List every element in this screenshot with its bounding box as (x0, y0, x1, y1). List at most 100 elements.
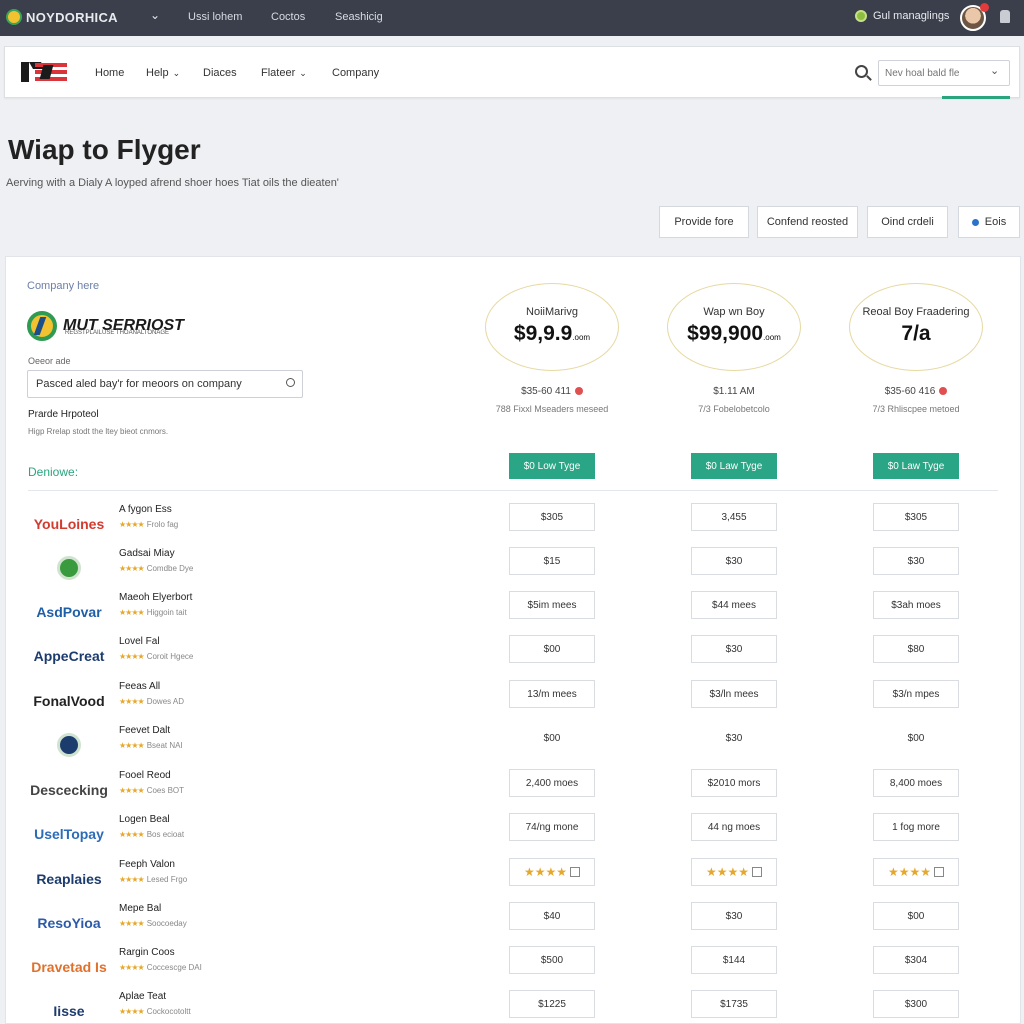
price-cell-value: $40 (543, 910, 561, 922)
price-cell[interactable]: $40 (509, 902, 595, 930)
price-cell[interactable]: $305 (873, 503, 959, 531)
page-title: Wiap to Flyger (8, 134, 201, 165)
status-icon (855, 10, 867, 22)
price-cell[interactable]: $3ah moes (873, 591, 959, 619)
plan-note: 7/3 Rhliscpee metoed (872, 404, 960, 414)
price-cell[interactable]: $30 (691, 902, 777, 930)
top-link-1[interactable]: Ussi lohem (188, 11, 242, 23)
info-icon (934, 867, 945, 877)
bell-icon[interactable] (1000, 10, 1010, 23)
price-cell[interactable]: $3/n mpes (873, 680, 959, 708)
price-cell[interactable]: 13/m mees (509, 680, 595, 708)
plan-meta-text: $35-60 416 (884, 386, 936, 397)
company-logo-tagline: REGSTPLAILUSE THOANALTONAGE (65, 330, 170, 336)
info-icon (570, 867, 581, 877)
price-cell[interactable]: $00 (873, 902, 959, 930)
price-cell[interactable]: $3/ln mees (691, 680, 777, 708)
plan-select-button[interactable]: $0 Low Tyge (509, 453, 595, 479)
provider-name: Lovel Fal (119, 636, 160, 647)
provider-rating: ★★★★ Coroit Hgece (119, 652, 193, 661)
price-cell[interactable]: $00 (509, 635, 595, 663)
price-cell-value: $305 (904, 511, 928, 523)
price-cell[interactable]: ★★★★ (873, 858, 959, 886)
plan-name: Wap wn Boy (703, 306, 765, 318)
price-cell[interactable]: $304 (873, 946, 959, 974)
brand-chevron-down-icon[interactable]: ⌄ (150, 8, 160, 22)
price-cell[interactable]: $300 (873, 990, 959, 1018)
provider-logo: Descecking (30, 782, 108, 798)
price-cell[interactable]: $30 (691, 547, 777, 575)
plan-select-button[interactable]: $0 Law Tyge (691, 453, 777, 479)
price-cell[interactable]: ★★★★ (509, 858, 595, 886)
provider-rating: ★★★★ Bseat NAI (119, 741, 183, 750)
nav-item-diaces[interactable]: Diaces (203, 67, 237, 79)
plan-price-value: 7/a (901, 322, 931, 345)
price-cell[interactable]: $30 (873, 547, 959, 575)
company-mark-icon (27, 311, 57, 341)
page-subtitle: Aerving with a Dialy A loyped afrend sho… (6, 177, 339, 189)
price-cell-value: 2,400 moes (525, 777, 579, 789)
price-cell-value: $15 (543, 555, 561, 567)
price-cell[interactable]: 74/ng mone (509, 813, 595, 841)
price-cell[interactable]: $1735 (691, 990, 777, 1018)
provider-name: Feeph Valon (119, 859, 175, 870)
rating-stars-icon: ★★★★ (119, 697, 145, 706)
confend-button[interactable]: Confend reosted (757, 206, 858, 238)
price-cell-value: $00 (543, 732, 561, 744)
price-cell[interactable]: $1225 (509, 990, 595, 1018)
price-cell[interactable]: $30 (691, 635, 777, 663)
chevron-down-icon: ⌄ (172, 68, 181, 78)
price-cell[interactable]: $30 (691, 724, 777, 752)
plan-name: Reoal Boy Fraadering (862, 306, 970, 318)
provider-logo: Dravetad Is (31, 959, 107, 975)
user-menu[interactable]: Gul managlings (855, 10, 949, 22)
price-cell-value: $30 (725, 732, 743, 744)
price-cell[interactable]: $305 (509, 503, 595, 531)
nav-item-flateer[interactable]: Flateer ⌄ (261, 67, 307, 79)
brand[interactable]: NOYDORHICA (6, 9, 118, 25)
provide-button[interactable]: Provide fore (659, 206, 749, 238)
search-icon[interactable] (286, 378, 295, 387)
company-input[interactable] (27, 370, 303, 398)
price-cell[interactable]: ★★★★ (691, 858, 777, 886)
price-cell-value: $144 (722, 954, 746, 966)
plan-name: NoiiMarivg (526, 306, 578, 318)
provider-rating-text: Lesed Frgo (146, 875, 188, 884)
price-cell[interactable]: $500 (509, 946, 595, 974)
dot-icon (971, 218, 979, 226)
price-cell[interactable]: 8,400 moes (873, 769, 959, 797)
nav-item-company[interactable]: Company (332, 67, 379, 79)
brand-logo-icon (6, 9, 22, 25)
plan-select-button[interactable]: $0 Law Tyge (873, 453, 959, 479)
price-cell[interactable]: $00 (509, 724, 595, 752)
provide-heading: Prarde Hrpoteol (28, 409, 99, 420)
price-cell[interactable]: $2010 mors (691, 769, 777, 797)
search-icon[interactable] (855, 65, 868, 78)
price-cell[interactable]: $5im mees (509, 591, 595, 619)
price-cell[interactable]: 3,455 (691, 503, 777, 531)
price-cell[interactable]: $44 mees (691, 591, 777, 619)
price-cell[interactable]: 1 fog more (873, 813, 959, 841)
site-logo-icon[interactable] (19, 59, 71, 85)
price-cell[interactable]: 44 ng moes (691, 813, 777, 841)
provider-rating-text: Higgoin tait (146, 608, 187, 617)
plan-price-badge: NoiiMarivg $9,9.9.oom (485, 283, 619, 371)
price-cell[interactable]: $00 (873, 724, 959, 752)
top-link-2[interactable]: Coctos (271, 11, 305, 23)
nav-item-label: Home (95, 67, 125, 79)
price-cell[interactable]: 2,400 moes (509, 769, 595, 797)
provider-rating: ★★★★ Coes BOT (119, 786, 184, 795)
nav-item-help[interactable]: Help ⌄ (146, 67, 180, 79)
nav-item-home[interactable]: Home (95, 67, 124, 79)
price-cell[interactable]: $144 (691, 946, 777, 974)
price-cell-value: 13/m mees (527, 688, 577, 700)
search-chevron-down-icon[interactable]: ⌄ (990, 64, 999, 77)
price-cell-value: $3/n mpes (892, 688, 940, 700)
price-cell[interactable]: $80 (873, 635, 959, 663)
top-link-3[interactable]: Seashicig (335, 11, 383, 23)
price-cell[interactable]: $15 (509, 547, 595, 575)
oind-button[interactable]: Oind crdeli (867, 206, 948, 238)
company-label: Company here (27, 280, 100, 292)
eois-button[interactable]: Eois (958, 206, 1020, 238)
provider-rating-text: Soocoeday (146, 919, 187, 928)
